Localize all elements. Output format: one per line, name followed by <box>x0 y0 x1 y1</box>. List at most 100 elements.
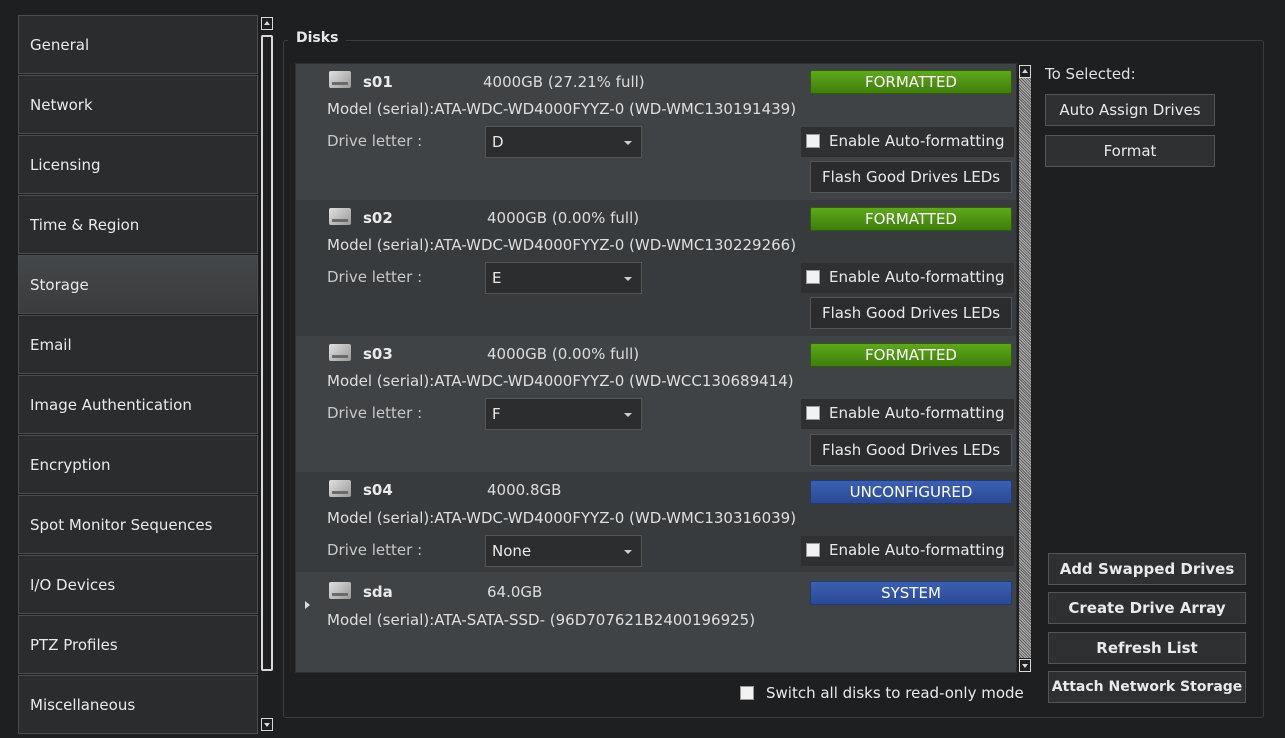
disk-list-scrollbar[interactable] <box>1018 63 1033 673</box>
sidebar-item-label: Storage <box>30 275 89 294</box>
sidebar-item-image-authentication[interactable]: Image Authentication <box>18 375 258 434</box>
sidebar-item-label: Spot Monitor Sequences <box>30 515 213 534</box>
sidebar-item-io-devices[interactable]: I/O Devices <box>18 555 258 614</box>
drive-letter-value: None <box>492 542 532 560</box>
chevron-down-icon <box>264 723 270 727</box>
disk-row-sda[interactable]: sda 64.0GB SYSTEM Model (serial):ATA-SAT… <box>296 572 1016 672</box>
button-label: Attach Network Storage <box>1051 679 1243 695</box>
drive-letter-select[interactable]: E <box>485 262 642 294</box>
disk-model: Model (serial):ATA-WDC-WD4000FYYZ-0 (WD-… <box>327 372 794 390</box>
sidebar-item-label: PTZ Profiles <box>30 635 118 654</box>
scroll-up-button[interactable] <box>261 17 273 30</box>
sidebar-item-label: I/O Devices <box>30 575 116 594</box>
hard-drive-icon <box>329 344 351 361</box>
sidebar-item-spot-monitor-sequences[interactable]: Spot Monitor Sequences <box>18 495 258 554</box>
scrollbar-thumb[interactable] <box>261 35 273 671</box>
scroll-down-button[interactable] <box>261 718 273 731</box>
flash-leds-label: Flash Good Drives LEDs <box>821 304 1001 322</box>
sidebar-scrollbar[interactable] <box>260 15 275 733</box>
sidebar-item-general[interactable]: General <box>18 15 258 74</box>
hard-drive-icon <box>329 71 351 88</box>
auto-format-checkbox[interactable] <box>806 134 820 148</box>
create-drive-array-button[interactable]: Create Drive Array <box>1048 592 1246 624</box>
status-badge: UNCONFIGURED <box>810 480 1012 504</box>
disk-model: Model (serial):ATA-SATA-SSD- (96D707621B… <box>327 611 756 629</box>
read-only-label: Switch all disks to read-only mode <box>766 684 1024 702</box>
disk-name: s04 <box>363 481 393 499</box>
sidebar-item-label: Image Authentication <box>30 395 192 414</box>
chevron-down-icon <box>1022 664 1028 668</box>
drive-letter-value: F <box>492 405 501 423</box>
disk-name: s01 <box>363 73 393 91</box>
drive-letter-label: Drive letter : <box>327 268 423 286</box>
disk-size: 4000GB (0.00% full) <box>487 209 640 227</box>
chevron-up-icon <box>264 21 270 25</box>
format-button[interactable]: Format <box>1045 135 1215 167</box>
sidebar-item-time-region[interactable]: Time & Region <box>18 195 258 254</box>
disk-name: s02 <box>363 209 393 227</box>
drive-letter-select[interactable]: F <box>485 398 642 430</box>
disk-size: 64.0GB <box>487 583 543 601</box>
button-label: Refresh List <box>1096 639 1198 657</box>
add-swapped-drives-button[interactable]: Add Swapped Drives <box>1048 553 1246 585</box>
status-badge: FORMATTED <box>810 343 1012 367</box>
scrollbar-track[interactable] <box>1019 78 1031 658</box>
disk-row-s04[interactable]: s04 4000.8GB UNCONFIGURED Model (serial)… <box>296 472 1016 572</box>
auto-format-checkbox[interactable] <box>806 406 820 420</box>
drive-letter-select[interactable]: D <box>485 126 642 158</box>
auto-format-checkbox[interactable] <box>806 270 820 284</box>
sidebar-item-licensing[interactable]: Licensing <box>18 135 258 194</box>
sidebar-item-label: Miscellaneous <box>30 695 136 714</box>
chevron-down-icon <box>624 277 632 281</box>
chevron-down-icon <box>624 550 632 554</box>
expand-arrow-icon[interactable] <box>305 601 310 609</box>
attach-network-storage-button[interactable]: Attach Network Storage <box>1048 671 1246 703</box>
hard-drive-icon <box>329 582 351 599</box>
sidebar-item-ptz-profiles[interactable]: PTZ Profiles <box>18 615 258 674</box>
drive-letter-label: Drive letter : <box>327 132 423 150</box>
sidebar-item-email[interactable]: Email <box>18 315 258 374</box>
disk-model: Model (serial):ATA-WDC-WD4000FYYZ-0 (WD-… <box>327 509 797 527</box>
drive-letter-select[interactable]: None <box>485 535 642 567</box>
chevron-up-icon <box>1022 69 1028 73</box>
drive-letter-value: E <box>492 269 502 287</box>
sidebar-item-storage[interactable]: Storage <box>18 255 258 314</box>
flash-leds-button[interactable]: Flash Good Drives LEDs <box>810 434 1012 466</box>
flash-leds-label: Flash Good Drives LEDs <box>821 168 1001 186</box>
sidebar-item-network[interactable]: Network <box>18 75 258 134</box>
disk-model: Model (serial):ATA-WDC-WD4000FYYZ-0 (WD-… <box>327 236 797 254</box>
disk-row-s02[interactable]: s02 4000GB (0.00% full) FORMATTED Model … <box>296 200 1016 336</box>
auto-format-checkbox[interactable] <box>806 543 820 557</box>
button-label: Create Drive Array <box>1068 599 1226 617</box>
refresh-list-button[interactable]: Refresh List <box>1048 632 1246 664</box>
drive-letter-label: Drive letter : <box>327 541 423 559</box>
sidebar-item-label: Email <box>30 335 72 354</box>
sidebar-item-label: Licensing <box>30 155 101 174</box>
auto-format-label: Enable Auto-formatting <box>829 404 1005 422</box>
disk-size: 4000.8GB <box>487 481 562 499</box>
status-badge: SYSTEM <box>810 581 1012 605</box>
sidebar-item-label: Network <box>30 95 93 114</box>
auto-assign-drives-button[interactable]: Auto Assign Drives <box>1045 94 1215 126</box>
disk-size: 4000GB (0.00% full) <box>487 345 640 363</box>
read-only-checkbox[interactable] <box>740 686 754 700</box>
disk-row-s01[interactable]: s01 4000GB (27.21% full) FORMATTED Model… <box>296 64 1016 200</box>
auto-format-label: Enable Auto-formatting <box>829 541 1005 559</box>
disk-name: s03 <box>363 345 393 363</box>
scroll-up-button[interactable] <box>1019 65 1031 78</box>
to-selected-label: To Selected: <box>1045 65 1136 83</box>
drive-letter-value: D <box>492 133 504 151</box>
disk-row-s03[interactable]: s03 4000GB (0.00% full) FORMATTED Model … <box>296 336 1016 472</box>
scroll-down-button[interactable] <box>1019 659 1031 672</box>
sidebar-item-miscellaneous[interactable]: Miscellaneous <box>18 675 258 734</box>
disk-model: Model (serial):ATA-WDC-WD4000FYYZ-0 (WD-… <box>327 100 797 118</box>
hard-drive-icon <box>329 208 351 225</box>
flash-leds-button[interactable]: Flash Good Drives LEDs <box>810 161 1012 193</box>
auto-format-label: Enable Auto-formatting <box>829 268 1005 286</box>
disk-size: 4000GB (27.21% full) <box>483 73 645 91</box>
button-label: Auto Assign Drives <box>1059 101 1201 119</box>
sidebar-item-label: Time & Region <box>30 215 140 234</box>
sidebar-item-encryption[interactable]: Encryption <box>18 435 258 494</box>
flash-leds-label: Flash Good Drives LEDs <box>821 441 1001 459</box>
flash-leds-button[interactable]: Flash Good Drives LEDs <box>810 297 1012 329</box>
